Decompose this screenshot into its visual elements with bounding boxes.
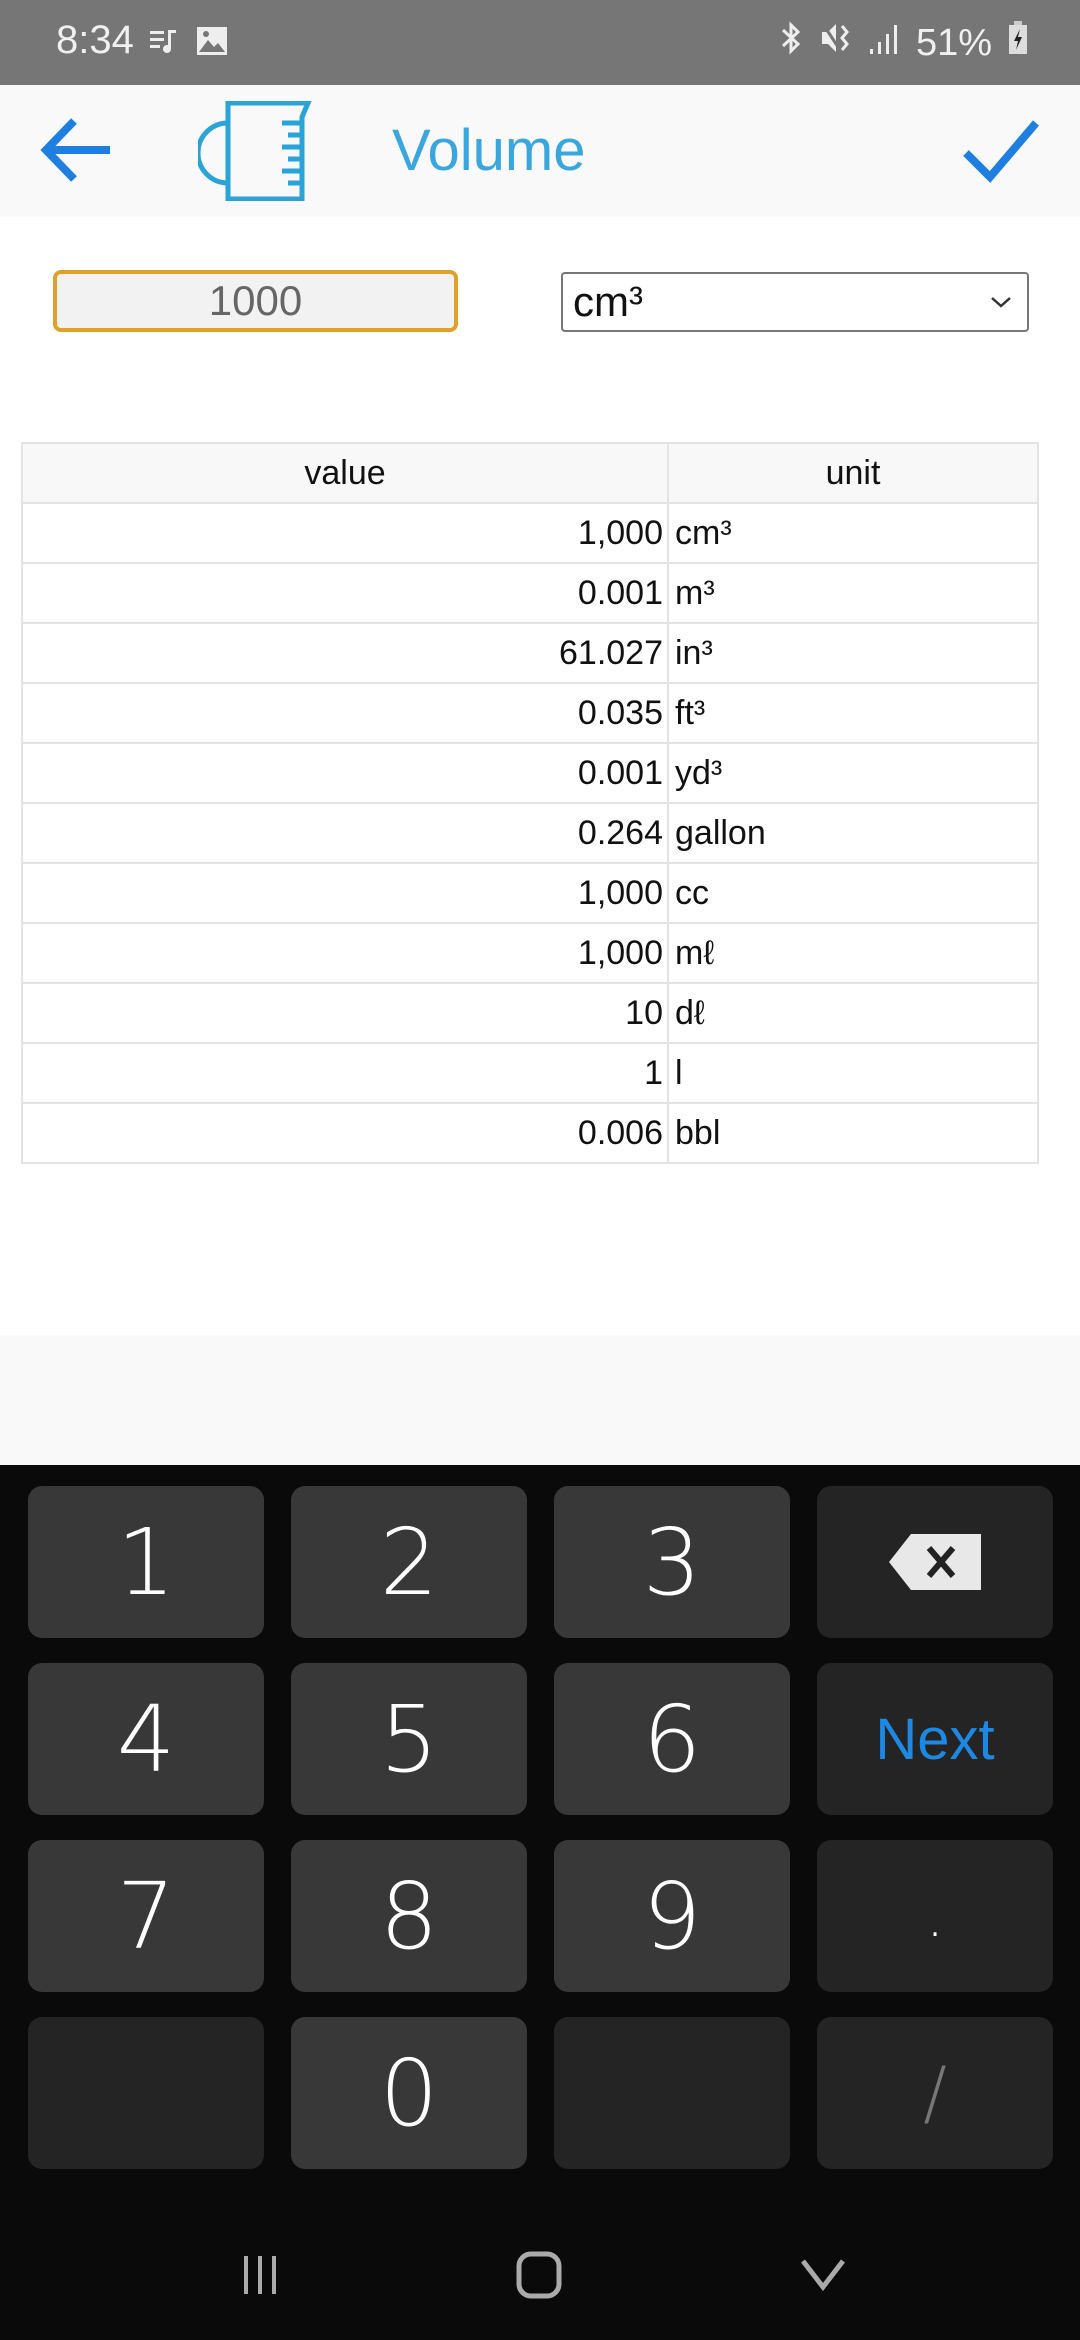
ad-placeholder-area [0, 1335, 1080, 1465]
cell-unit: yd³ [667, 742, 1039, 804]
table-row: 0.035 ft³ [21, 682, 1039, 744]
key-2[interactable]: 2 [291, 1486, 527, 1638]
bluetooth-icon [778, 20, 804, 66]
next-label: Next [875, 1706, 995, 1772]
back-button[interactable] [38, 115, 118, 185]
cell-value: 61.027 [21, 622, 669, 684]
cell-value: 1 [21, 1042, 669, 1104]
cell-unit: in³ [667, 622, 1039, 684]
hide-keyboard-button[interactable] [773, 2240, 873, 2310]
header-unit: unit [667, 442, 1039, 504]
recents-button[interactable] [210, 2240, 310, 2310]
table-row: 0.001 m³ [21, 562, 1039, 624]
recents-icon [244, 2256, 276, 2294]
image-icon [196, 26, 228, 61]
key-0[interactable]: 0 [291, 2017, 527, 2169]
table-row: 10 dℓ [21, 982, 1039, 1044]
table-row: 1,000 mℓ [21, 922, 1039, 984]
table-header-row: value unit [21, 442, 1039, 504]
signal-icon [869, 22, 900, 65]
cell-value: 0.006 [21, 1102, 669, 1164]
key-5[interactable]: 5 [291, 1663, 527, 1815]
cell-unit: ft³ [667, 682, 1039, 744]
unit-select[interactable]: cm³ [561, 272, 1029, 332]
arrow-left-icon [40, 118, 110, 182]
cell-unit: bbl [667, 1102, 1039, 1164]
blank-key-left [28, 2017, 264, 2169]
status-time: 8:34 [56, 18, 134, 62]
status-bar: 8:34 51% [0, 0, 1080, 85]
page-title: Volume [392, 118, 586, 183]
key-7[interactable]: 7 [28, 1840, 264, 1992]
system-nav-bar [0, 2210, 1080, 2340]
app-bar: Volume [0, 85, 1080, 217]
measuring-cup-icon [195, 100, 318, 206]
backspace-icon [889, 1534, 981, 1590]
next-key[interactable]: Next [817, 1663, 1053, 1815]
numeric-keyboard: 1 2 3 4 5 6 Next 7 8 9 . 0 / [0, 1465, 1080, 2340]
conversion-table: value unit 1,000 cm³ 0.001 m³ 61.027 in³ 0.… [21, 442, 1039, 1164]
key-3[interactable]: 3 [554, 1486, 790, 1638]
cell-value: 0.001 [21, 562, 669, 624]
battery-percent: 51% [915, 21, 992, 64]
cell-value: 0.035 [21, 682, 669, 744]
decimal-key[interactable]: . [817, 1840, 1053, 1992]
vibrate-mute-icon [820, 20, 854, 66]
cell-value: 10 [21, 982, 669, 1044]
value-input[interactable]: 1000 [53, 270, 458, 332]
cell-unit: cm³ [667, 502, 1039, 564]
blank-key-right [554, 2017, 790, 2169]
table-row: 1l [21, 1042, 1039, 1104]
unit-select-value: cm³ [573, 278, 643, 325]
slash-label: / [923, 2052, 947, 2134]
battery-charging-icon [1008, 21, 1028, 65]
key-8[interactable]: 8 [291, 1840, 527, 1992]
cell-value: 1,000 [21, 502, 669, 564]
decimal-label: . [925, 1881, 945, 1951]
table-row: 1,000 cc [21, 862, 1039, 924]
key-6[interactable]: 6 [554, 1663, 790, 1815]
home-button[interactable] [490, 2240, 590, 2310]
back-chevron-icon [801, 2259, 845, 2292]
slash-key[interactable]: / [817, 2017, 1053, 2169]
table-row: 1,000 cm³ [21, 502, 1039, 564]
media-playlist-icon [150, 28, 178, 59]
cell-unit: gallon [667, 802, 1039, 864]
cell-unit: m³ [667, 562, 1039, 624]
backspace-key[interactable] [817, 1486, 1053, 1638]
cell-unit: l [667, 1042, 1039, 1104]
checkmark-icon [963, 120, 1040, 183]
header-value: value [21, 442, 669, 504]
cell-value: 0.264 [21, 802, 669, 864]
cell-value: 1,000 [21, 862, 669, 924]
home-icon [516, 2251, 562, 2299]
table-row: 0.006 bbl [21, 1102, 1039, 1164]
key-1[interactable]: 1 [28, 1486, 264, 1638]
cell-unit: cc [667, 862, 1039, 924]
key-9[interactable]: 9 [554, 1840, 790, 1992]
chevron-down-icon [991, 297, 1011, 308]
table-row: 61.027 in³ [21, 622, 1039, 684]
table-row: 0.264 gallon [21, 802, 1039, 864]
cell-unit: dℓ [667, 982, 1039, 1044]
confirm-button[interactable] [962, 115, 1042, 185]
cell-value: 1,000 [21, 922, 669, 984]
cell-unit: mℓ [667, 922, 1039, 984]
table-row: 0.001 yd³ [21, 742, 1039, 804]
key-4[interactable]: 4 [28, 1663, 264, 1815]
cell-value: 0.001 [21, 742, 669, 804]
